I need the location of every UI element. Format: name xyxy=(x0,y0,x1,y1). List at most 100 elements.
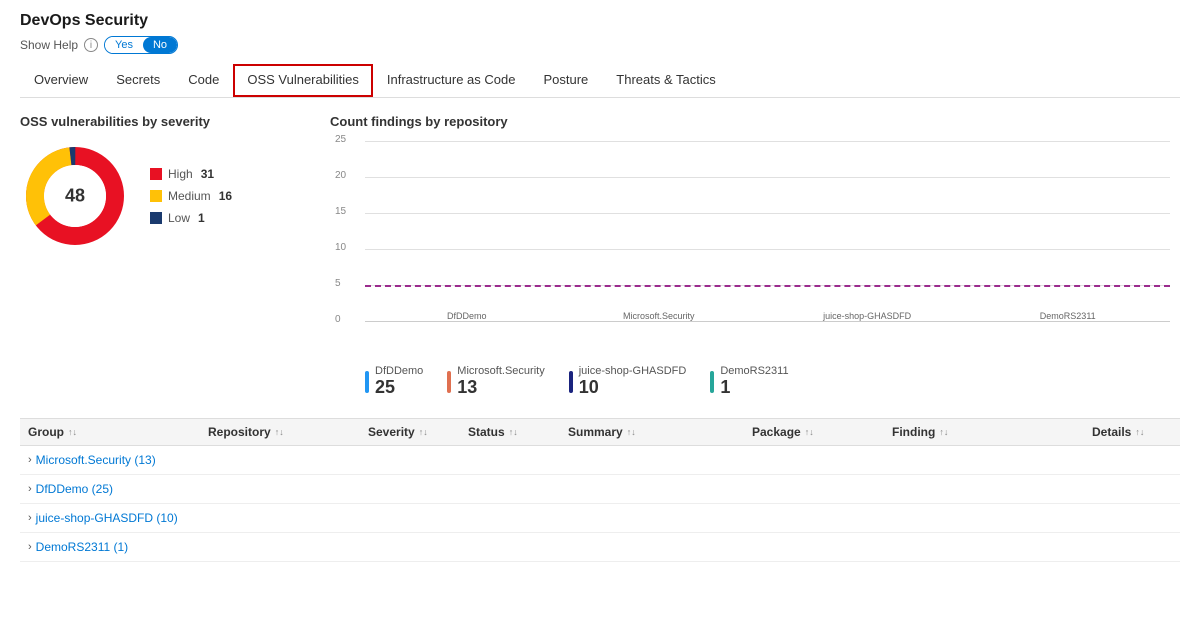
page-title: DevOps Security xyxy=(20,12,1180,30)
row-label-2: juice-shop-GHASDFD (10) xyxy=(36,511,178,525)
legend-microsoft: Microsoft.Security 13 xyxy=(447,365,544,398)
legend-juiceshop-bar xyxy=(569,371,573,393)
tab-secrets[interactable]: Secrets xyxy=(102,64,174,97)
legend-high-label: High xyxy=(168,167,193,181)
tab-threats[interactable]: Threats & Tactics xyxy=(602,64,729,97)
bar-demors: DemoRS2311 xyxy=(1040,308,1096,321)
legend-microsoft-name: Microsoft.Security xyxy=(457,365,544,377)
bar-dfddemo: DfDDemo xyxy=(439,308,494,321)
grid-0: 0 xyxy=(365,321,1170,322)
bar-chart-wrapper: 25 20 15 10 xyxy=(330,141,1180,361)
th-group-label: Group xyxy=(28,425,64,439)
legend-high: High 31 xyxy=(150,167,232,181)
page-container: DevOps Security Show Help i Yes No Overv… xyxy=(0,0,1200,574)
bar-dfddemo-label: DfDDemo xyxy=(447,311,487,321)
y-label-5: 5 xyxy=(335,278,341,289)
help-toggle[interactable]: Yes No xyxy=(104,36,178,54)
help-info-icon[interactable]: i xyxy=(84,38,98,52)
th-repository-sort[interactable]: ↑↓ xyxy=(275,427,284,437)
donut-area: 48 High 31 Medium 16 Low xyxy=(20,141,300,251)
th-package-sort[interactable]: ↑↓ xyxy=(805,427,814,437)
show-help-row: Show Help i Yes No xyxy=(20,36,1180,54)
table-row[interactable]: › Microsoft.Security (13) xyxy=(20,446,1180,475)
donut-panel: OSS vulnerabilities by severity 48 xyxy=(20,114,300,398)
tab-code[interactable]: Code xyxy=(174,64,233,97)
donut-title: OSS vulnerabilities by severity xyxy=(20,114,300,129)
th-summary-label: Summary xyxy=(568,425,623,439)
legend-high-color xyxy=(150,168,162,180)
legend-demors: DemoRS2311 1 xyxy=(710,365,788,398)
y-label-25: 25 xyxy=(335,134,346,145)
th-package-label: Package xyxy=(752,425,801,439)
th-repository-label: Repository xyxy=(208,425,271,439)
legend-low-label: Low xyxy=(168,211,190,225)
legend-medium-count: 16 xyxy=(219,189,232,203)
donut-legend: High 31 Medium 16 Low 1 xyxy=(150,167,232,225)
table-row[interactable]: › DemoRS2311 (1) xyxy=(20,533,1180,562)
tab-iac[interactable]: Infrastructure as Code xyxy=(373,64,530,97)
dashed-avg-line xyxy=(365,285,1170,287)
row-label-3: DemoRS2311 (1) xyxy=(36,540,128,554)
expand-icon-1[interactable]: › xyxy=(28,483,32,495)
legend-low-color xyxy=(150,212,162,224)
legend-juiceshop-info: juice-shop-GHASDFD 10 xyxy=(579,365,687,398)
bar-juiceshop: juice-shop-GHASDFD xyxy=(823,308,911,321)
tab-oss[interactable]: OSS Vulnerabilities xyxy=(233,64,373,97)
y-label-15: 15 xyxy=(335,206,346,217)
donut-chart: 48 xyxy=(20,141,130,251)
table-section: Group ↑↓ Repository ↑↓ Severity ↑↓ Statu… xyxy=(20,418,1180,562)
legend-medium-label: Medium xyxy=(168,189,211,203)
legend-low: Low 1 xyxy=(150,211,232,225)
expand-icon-3[interactable]: › xyxy=(28,541,32,553)
toggle-yes[interactable]: Yes xyxy=(105,37,143,53)
content-area: OSS vulnerabilities by severity 48 xyxy=(20,114,1180,398)
bar-microsoft: Microsoft.Security xyxy=(623,308,695,321)
table-header: Group ↑↓ Repository ↑↓ Severity ↑↓ Statu… xyxy=(20,419,1180,446)
legend-high-count: 31 xyxy=(201,167,214,181)
th-status-sort[interactable]: ↑↓ xyxy=(509,427,518,437)
chart-legend: DfDDemo 25 Microsoft.Security 13 juice-s… xyxy=(365,365,1180,398)
bar-juiceshop-label: juice-shop-GHASDFD xyxy=(823,311,911,321)
th-details-sort[interactable]: ↑↓ xyxy=(1135,427,1144,437)
toggle-no[interactable]: No xyxy=(143,37,177,53)
th-repository: Repository ↑↓ xyxy=(208,425,368,439)
th-severity-sort[interactable]: ↑↓ xyxy=(419,427,428,437)
th-group-sort[interactable]: ↑↓ xyxy=(68,427,77,437)
th-finding: Finding ↑↓ xyxy=(892,425,1092,439)
th-status-label: Status xyxy=(468,425,505,439)
legend-demors-count: 1 xyxy=(720,377,788,398)
table-row[interactable]: › juice-shop-GHASDFD (10) xyxy=(20,504,1180,533)
expand-icon-2[interactable]: › xyxy=(28,512,32,524)
legend-microsoft-count: 13 xyxy=(457,377,544,398)
y-label-10: 10 xyxy=(335,242,346,253)
th-summary-sort[interactable]: ↑↓ xyxy=(627,427,636,437)
legend-microsoft-info: Microsoft.Security 13 xyxy=(457,365,544,398)
th-status: Status ↑↓ xyxy=(468,425,568,439)
tab-posture[interactable]: Posture xyxy=(529,64,602,97)
legend-juiceshop-name: juice-shop-GHASDFD xyxy=(579,365,687,377)
tab-overview[interactable]: Overview xyxy=(20,64,102,97)
y-label-0: 0 xyxy=(335,314,341,325)
legend-low-count: 1 xyxy=(198,211,205,225)
bar-chart-panel: Count findings by repository 25 20 xyxy=(330,114,1180,398)
th-finding-sort[interactable]: ↑↓ xyxy=(939,427,948,437)
th-details-label: Details xyxy=(1092,425,1131,439)
th-summary: Summary ↑↓ xyxy=(568,425,752,439)
legend-dfddemo-count: 25 xyxy=(375,377,423,398)
chart-area: 25 20 15 10 xyxy=(330,141,1180,321)
legend-dfddemo: DfDDemo 25 xyxy=(365,365,423,398)
y-label-20: 20 xyxy=(335,170,346,181)
legend-dfddemo-bar xyxy=(365,371,369,393)
legend-dfddemo-name: DfDDemo xyxy=(375,365,423,377)
row-label-0: Microsoft.Security (13) xyxy=(36,453,156,467)
legend-demors-name: DemoRS2311 xyxy=(720,365,788,377)
nav-tabs: Overview Secrets Code OSS Vulnerabilitie… xyxy=(20,64,1180,98)
legend-medium-color xyxy=(150,190,162,202)
legend-microsoft-bar xyxy=(447,371,451,393)
legend-juiceshop: juice-shop-GHASDFD 10 xyxy=(569,365,687,398)
table-row[interactable]: › DfDDemo (25) xyxy=(20,475,1180,504)
th-details: Details ↑↓ xyxy=(1092,425,1172,439)
legend-demors-bar xyxy=(710,371,714,393)
expand-icon-0[interactable]: › xyxy=(28,454,32,466)
bar-microsoft-label: Microsoft.Security xyxy=(623,311,695,321)
